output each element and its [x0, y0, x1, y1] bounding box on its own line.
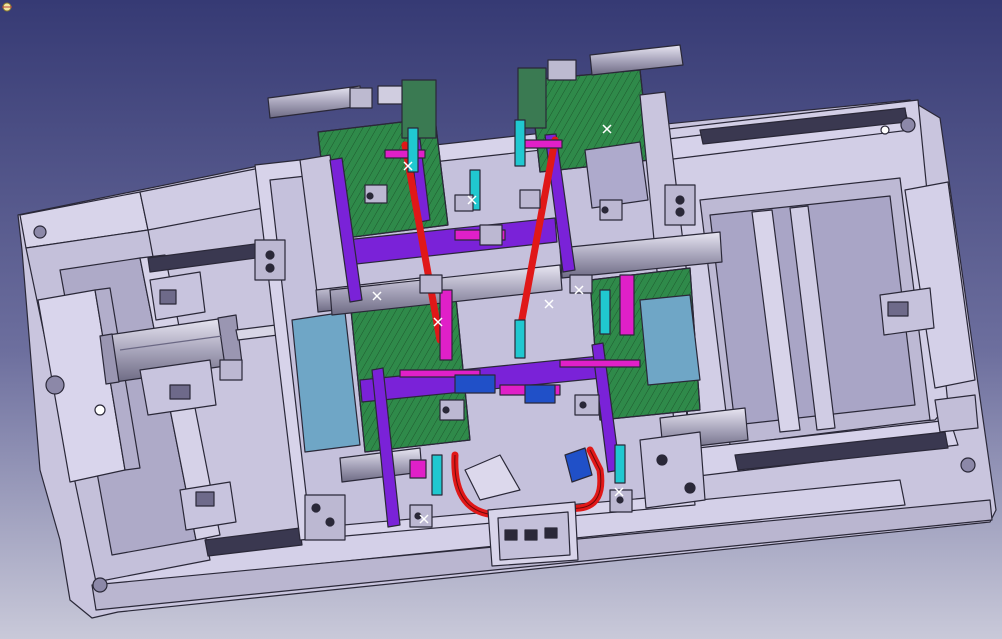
- cad-assembly-model[interactable]: [0, 0, 1002, 639]
- 3d-viewport[interactable]: [0, 0, 1002, 639]
- compass-icon[interactable]: [0, 0, 14, 14]
